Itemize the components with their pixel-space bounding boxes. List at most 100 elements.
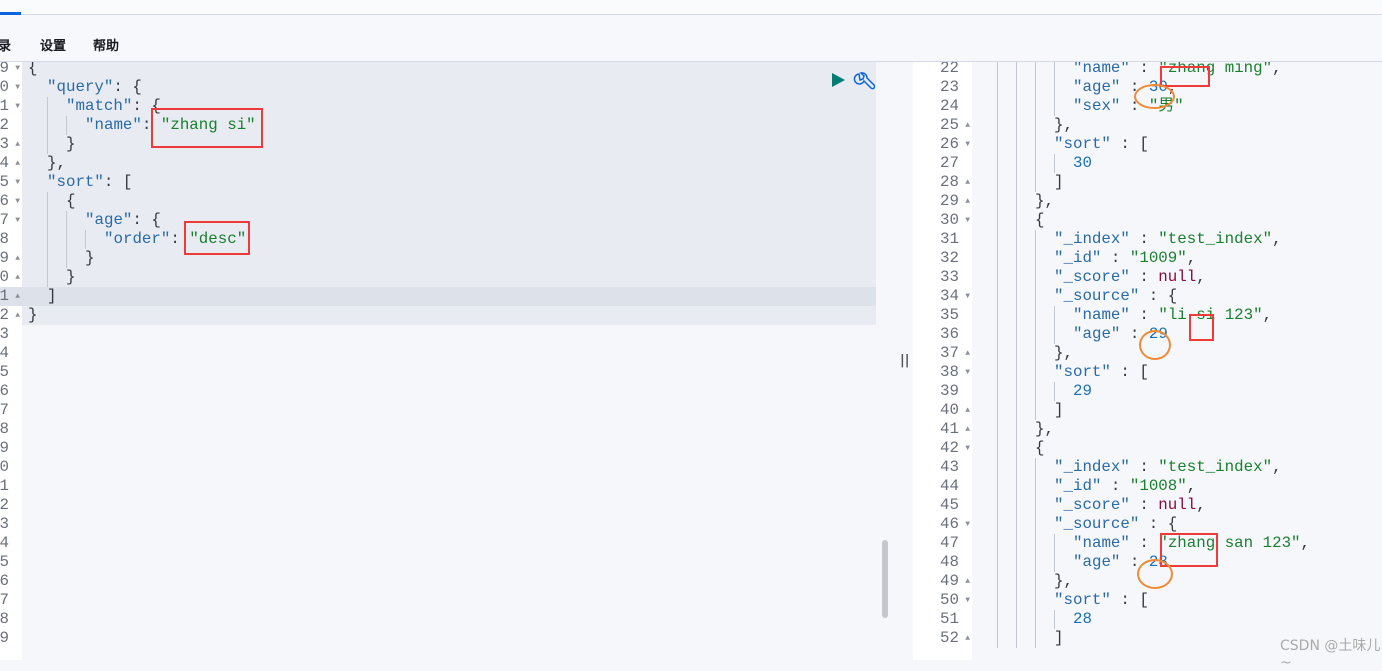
fold-expand-icon[interactable]: ▲ [965,192,970,211]
fold-expand-icon[interactable]: ▲ [15,135,20,154]
fold-expand-icon[interactable]: ▲ [965,173,970,192]
fold-collapse-icon[interactable]: ▼ [15,78,20,97]
line-number: 27 ▼ [0,211,22,230]
indent-guide [1035,382,1054,401]
code-line: "sex" : "男" [972,97,1382,116]
line-number: 43 [0,515,22,534]
line-number-text: 22 [940,62,959,77]
fold-expand-icon[interactable]: ▲ [965,572,970,591]
punctuation: [ [113,173,133,191]
fold-expand-icon[interactable]: ▲ [965,344,970,363]
line-number-text: 38 [940,363,959,381]
fold-collapse-icon[interactable]: ▼ [965,287,970,306]
code-line: { [972,439,1382,458]
indent-guide [28,135,47,154]
line-number-text: 29 [0,249,9,267]
indent-guide [47,268,66,287]
fold-collapse-icon[interactable]: ▼ [965,515,970,534]
request-code[interactable]: { "query": { "match": { "name": "zhang s… [22,62,876,325]
fold-collapse-icon[interactable]: ▼ [965,363,970,382]
indent-guide [1035,62,1054,78]
line-number-text: 23 [0,135,9,153]
punctuation: { [1158,515,1178,533]
indent-guide [997,78,1016,97]
indent-guide [978,382,997,401]
indent-guide [978,477,997,496]
play-icon[interactable] [830,72,846,88]
indent-guide [28,287,47,306]
punctuation [1149,306,1158,324]
fold-collapse-icon[interactable]: ▼ [15,62,20,78]
punctuation: { [122,78,142,96]
indent-guide [28,173,47,192]
line-number-text: 35 [940,306,959,324]
line-number: 22 [913,62,972,78]
indent-guide [1035,306,1054,325]
line-number: 29 ▲ [0,249,22,268]
menu-settings[interactable]: 设置 [40,35,66,54]
line-number-text: 47 [940,534,959,552]
line-number-text: 32 [0,306,9,324]
punctuation: : [1129,62,1149,77]
line-number: 34 [0,344,22,363]
fold-expand-icon[interactable]: ▲ [965,629,970,648]
json-key: "order" [104,230,171,248]
json-null: null [1158,496,1197,514]
indent-guide [1035,325,1054,344]
json-number: 30 [1073,154,1092,172]
line-number-text: 42 [940,439,959,457]
punctuation: ] [1054,629,1064,647]
fold-collapse-icon[interactable]: ▼ [965,135,970,154]
indent-guide [1016,192,1035,211]
line-number: 45 [0,553,22,572]
indent-guide [978,154,997,173]
fold-collapse-icon[interactable]: ▼ [15,173,20,192]
request-editor[interactable]: 19 ▼ 20 ▼ 21 ▼ 2223 ▲ 24 ▲ 25 ▼ 26 ▼ 27 ▼ 2829 ▲ 30 ▲ 31 ▲ 32 ▲… [0,62,876,660]
fold-expand-icon[interactable]: ▲ [15,287,20,306]
json-key: "query" [47,78,114,96]
highlight-box-order [184,221,250,255]
indent-guide [978,496,997,515]
line-number-text: 25 [940,116,959,134]
indent-guide [1054,78,1073,97]
fold-collapse-icon[interactable]: ▼ [15,97,20,116]
fold-expand-icon[interactable]: ▲ [15,268,20,287]
menu-help[interactable]: 帮助 [93,35,119,54]
fold-collapse-icon[interactable]: ▼ [965,211,970,230]
code-line: "_score" : null, [972,268,1382,287]
fold-collapse-icon[interactable]: ▼ [965,591,970,610]
indent-guide [1035,458,1054,477]
indent-guide [1016,135,1035,154]
indent-guide [997,287,1016,306]
panel-resize-handle[interactable]: || [900,353,910,368]
fold-expand-icon[interactable]: ▲ [15,249,20,268]
json-number: 28 [1073,610,1092,628]
indent-guide [1016,154,1035,173]
menu-history[interactable]: 录 [0,35,11,54]
indent-guide [997,325,1016,344]
code-line: "_source" : { [972,515,1382,534]
indent-guide [997,439,1016,458]
indent-guide [1016,515,1035,534]
line-number: 25 ▼ [0,173,22,192]
indent-guide [1035,572,1054,591]
fold-collapse-icon[interactable]: ▼ [965,439,970,458]
wrench-icon[interactable] [853,72,876,92]
indent-guide [1035,344,1054,363]
fold-expand-icon[interactable]: ▲ [965,401,970,420]
line-number: 43 [913,458,972,477]
line-number: 36 [0,382,22,401]
indent-guide [997,306,1016,325]
fold-expand-icon[interactable]: ▲ [965,420,970,439]
fold-expand-icon[interactable]: ▲ [15,154,20,173]
editor-scrollbar[interactable] [882,540,888,618]
fold-collapse-icon[interactable]: ▼ [15,192,20,211]
punctuation: [ [1129,363,1149,381]
fold-expand-icon[interactable]: ▲ [15,306,20,325]
fold-collapse-icon[interactable]: ▼ [15,211,20,230]
indent-guide [1035,97,1054,116]
indent-guide [1016,268,1035,287]
indent-guide [1016,477,1035,496]
fold-expand-icon[interactable]: ▲ [965,116,970,135]
punctuation: , [1300,534,1311,552]
